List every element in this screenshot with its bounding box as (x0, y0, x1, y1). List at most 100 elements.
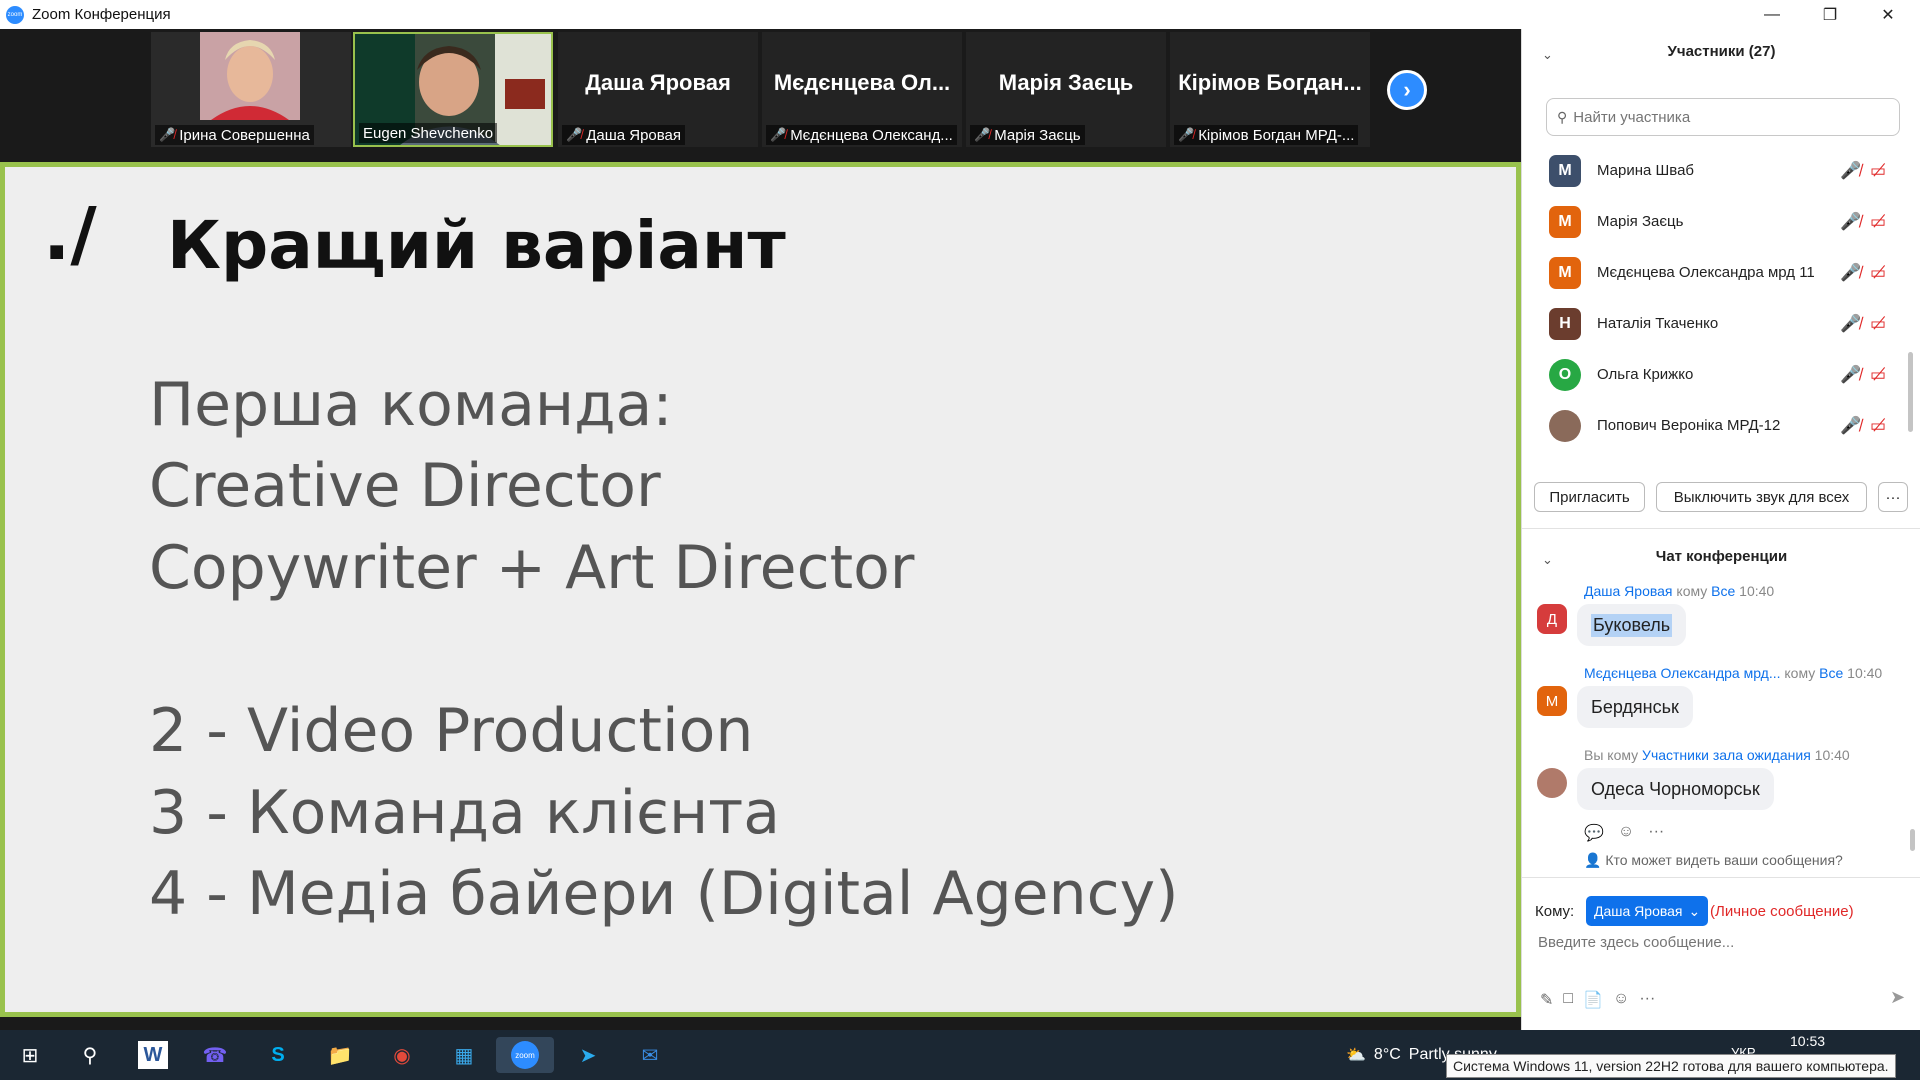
format-icon[interactable]: ✎ (1540, 990, 1553, 1010)
participant-row[interactable]: О Ольга Крижко 🎤̸ ▭̸ (1522, 349, 1920, 400)
participant-name: Марія Заєць (994, 126, 1081, 144)
chat-scrollbar[interactable] (1910, 829, 1915, 851)
message-to-word: кому (1784, 665, 1816, 681)
video-strip: 🎤̸ Ірина Совершенна Eugen Shevchenko Даш… (0, 29, 1520, 162)
video-off-icon: ▭̸ (1870, 262, 1887, 282)
participant-name: Марія Заєць (1597, 213, 1684, 230)
participant-big-name: Мєдєнцева Ол... (773, 70, 951, 95)
windows-start-icon[interactable]: ⊞ (10, 1037, 50, 1073)
participant-row[interactable]: M Мєдєнцева Олександра мрд 11 🎤̸ ▭̸ (1522, 247, 1920, 298)
screenshot-icon[interactable]: □ (1563, 990, 1573, 1010)
zoom-taskbar-icon[interactable]: zoom (496, 1037, 554, 1073)
video-tile[interactable]: Мєдєнцева Ол... 🎤̸ Мєдєнцева Олександ... (762, 32, 962, 147)
participant-name: Наталія Ткаченко (1597, 315, 1719, 332)
send-icon[interactable]: ➤ (1890, 987, 1905, 1008)
avatar: M (1549, 205, 1581, 238)
slide-line: 2 - Video Production (149, 696, 754, 766)
video-tile[interactable]: 🎤̸ Ірина Совершенна (151, 32, 351, 147)
avatar: M (1549, 256, 1581, 289)
video-tile[interactable]: Даша Яровая 🎤̸ Даша Яровая (558, 32, 758, 147)
mail-icon[interactable]: ✉ (630, 1037, 670, 1073)
message-sender[interactable]: Мєдєнцева Олександра мрд... (1584, 665, 1781, 681)
video-off-icon: ▭̸ (1870, 211, 1887, 231)
file-icon[interactable]: 📄 (1583, 990, 1603, 1010)
recipient-dropdown[interactable]: Даша Яровая ⌄ (1586, 896, 1709, 926)
clock-time[interactable]: 10:53 (1790, 1033, 1825, 1049)
skype-icon[interactable]: S (258, 1037, 298, 1073)
message-recipient[interactable]: Все (1711, 583, 1735, 599)
avatar: Н (1549, 307, 1581, 340)
participant-row[interactable]: Попович Вероніка МРД-12 🎤̸ ▭̸ (1522, 400, 1920, 451)
participant-row[interactable]: M Марія Заєць 🎤̸ ▭̸ (1522, 196, 1920, 247)
message-sender[interactable]: Даша Яровая (1584, 583, 1673, 599)
avatar (1537, 768, 1567, 798)
weather-temp: 8°C (1373, 1046, 1401, 1063)
video-tile-active-speaker[interactable]: Eugen Shevchenko (353, 32, 553, 147)
video-tile[interactable]: Кірімов Богдан... 🎤̸ Кірімов Богдан МРД-… (1170, 32, 1370, 147)
chrome-icon[interactable]: ◉ (382, 1037, 422, 1073)
participant-search[interactable]: ⚲ (1546, 98, 1900, 136)
divider (1522, 528, 1920, 529)
to-label: Кому: (1535, 903, 1575, 920)
participant-caption: 🎤̸ Даша Яровая (562, 125, 686, 145)
avatar: M (1549, 154, 1581, 187)
slide-heading: Кращий варіант (167, 207, 786, 284)
participants-header: Участники (27) (1667, 43, 1776, 60)
video-off-icon: ▭̸ (1870, 364, 1887, 384)
video-tile[interactable]: Марія Заєць 🎤̸ Марія Заєць (966, 32, 1166, 147)
person-icon: 👤 (1584, 852, 1602, 868)
message-input[interactable] (1538, 934, 1898, 951)
message-bubble[interactable]: Одеса Чорноморськ (1577, 768, 1774, 810)
video-off-icon: ▭̸ (1870, 160, 1887, 180)
participant-name: Марина Шваб (1597, 162, 1695, 179)
message-recipient[interactable]: Все (1819, 665, 1843, 681)
mic-muted-icon: 🎤̸ (1840, 262, 1862, 282)
search-icon[interactable]: ⚲ (70, 1037, 110, 1073)
message-recipient[interactable]: Участники зала ожидания (1642, 747, 1811, 763)
participant-name: Попович Вероніка МРД-12 (1597, 417, 1781, 434)
store-icon[interactable]: ▦ (444, 1037, 484, 1073)
participants-scrollbar[interactable] (1908, 352, 1913, 432)
message-meta: Даша Яровая кому Все 10:40 (1584, 583, 1774, 599)
mic-muted-icon: 🎤̸ (159, 127, 176, 142)
more-options-button[interactable]: ··· (1878, 482, 1908, 512)
message-time: 10:40 (1739, 583, 1775, 599)
message-to-word: кому (1607, 747, 1639, 763)
mute-all-button[interactable]: Выключить звук для всех (1656, 482, 1867, 512)
restore-icon[interactable]: ❐ (1801, 0, 1859, 29)
participant-caption: 🎤̸ Кірімов Богдан МРД-... (1174, 125, 1359, 145)
chevron-right-icon[interactable]: › (1387, 70, 1427, 110)
slide-line: Creative Director (149, 451, 661, 521)
who-can-see-link[interactable]: 👤 Кто может видеть ваши сообщения? (1584, 852, 1843, 869)
chevron-down-icon: ⌄ (1688, 902, 1701, 919)
message-bubble[interactable]: Бердянськ (1577, 686, 1693, 728)
participant-caption: Eugen Shevchenko (359, 123, 498, 143)
participant-big-name: Кірімов Богдан... (1178, 70, 1362, 95)
side-panel: ⌄ Участники (27) ⚲ M Марина Шваб 🎤̸ ▭̸ M… (1521, 29, 1920, 1030)
mic-muted-icon: 🎤̸ (1178, 127, 1195, 142)
emoji-icon[interactable]: ☺ (1613, 990, 1629, 1010)
close-icon[interactable]: ✕ (1859, 0, 1917, 29)
word-icon[interactable]: W (138, 1041, 168, 1069)
telegram-icon[interactable]: ➤ (568, 1037, 608, 1073)
weather-icon: ⛅ (1346, 1047, 1366, 1064)
emoji-react-icon[interactable]: ☺ (1618, 823, 1634, 843)
search-input[interactable] (1573, 108, 1874, 126)
more-icon[interactable]: ··· (1639, 990, 1655, 1010)
slide-line: Перша команда: (149, 370, 673, 440)
participant-row[interactable]: M Марина Шваб 🎤̸ ▭̸ (1522, 145, 1920, 196)
file-explorer-icon[interactable]: 📁 (320, 1037, 360, 1073)
participant-row[interactable]: Н Наталія Ткаченко 🎤̸ ▭̸ (1522, 298, 1920, 349)
mic-muted-icon: 🎤̸ (566, 127, 583, 142)
participant-name: Даша Яровая (586, 126, 682, 144)
mic-muted-icon: 🎤̸ (1840, 160, 1862, 180)
participant-caption: 🎤̸ Марія Заєць (970, 125, 1085, 145)
message-meta: Вы кому Участники зала ожидания 10:40 (1584, 747, 1850, 763)
minimize-icon[interactable]: — (1743, 0, 1801, 29)
invite-button[interactable]: Пригласить (1534, 482, 1645, 512)
message-bubble[interactable]: Буковель (1577, 604, 1687, 646)
slide-line: 3 - Команда клієнта (149, 778, 780, 848)
more-icon[interactable]: ··· (1648, 823, 1664, 843)
reply-icon[interactable]: 💬 (1584, 823, 1604, 843)
viber-icon[interactable]: ☎ (195, 1037, 235, 1073)
